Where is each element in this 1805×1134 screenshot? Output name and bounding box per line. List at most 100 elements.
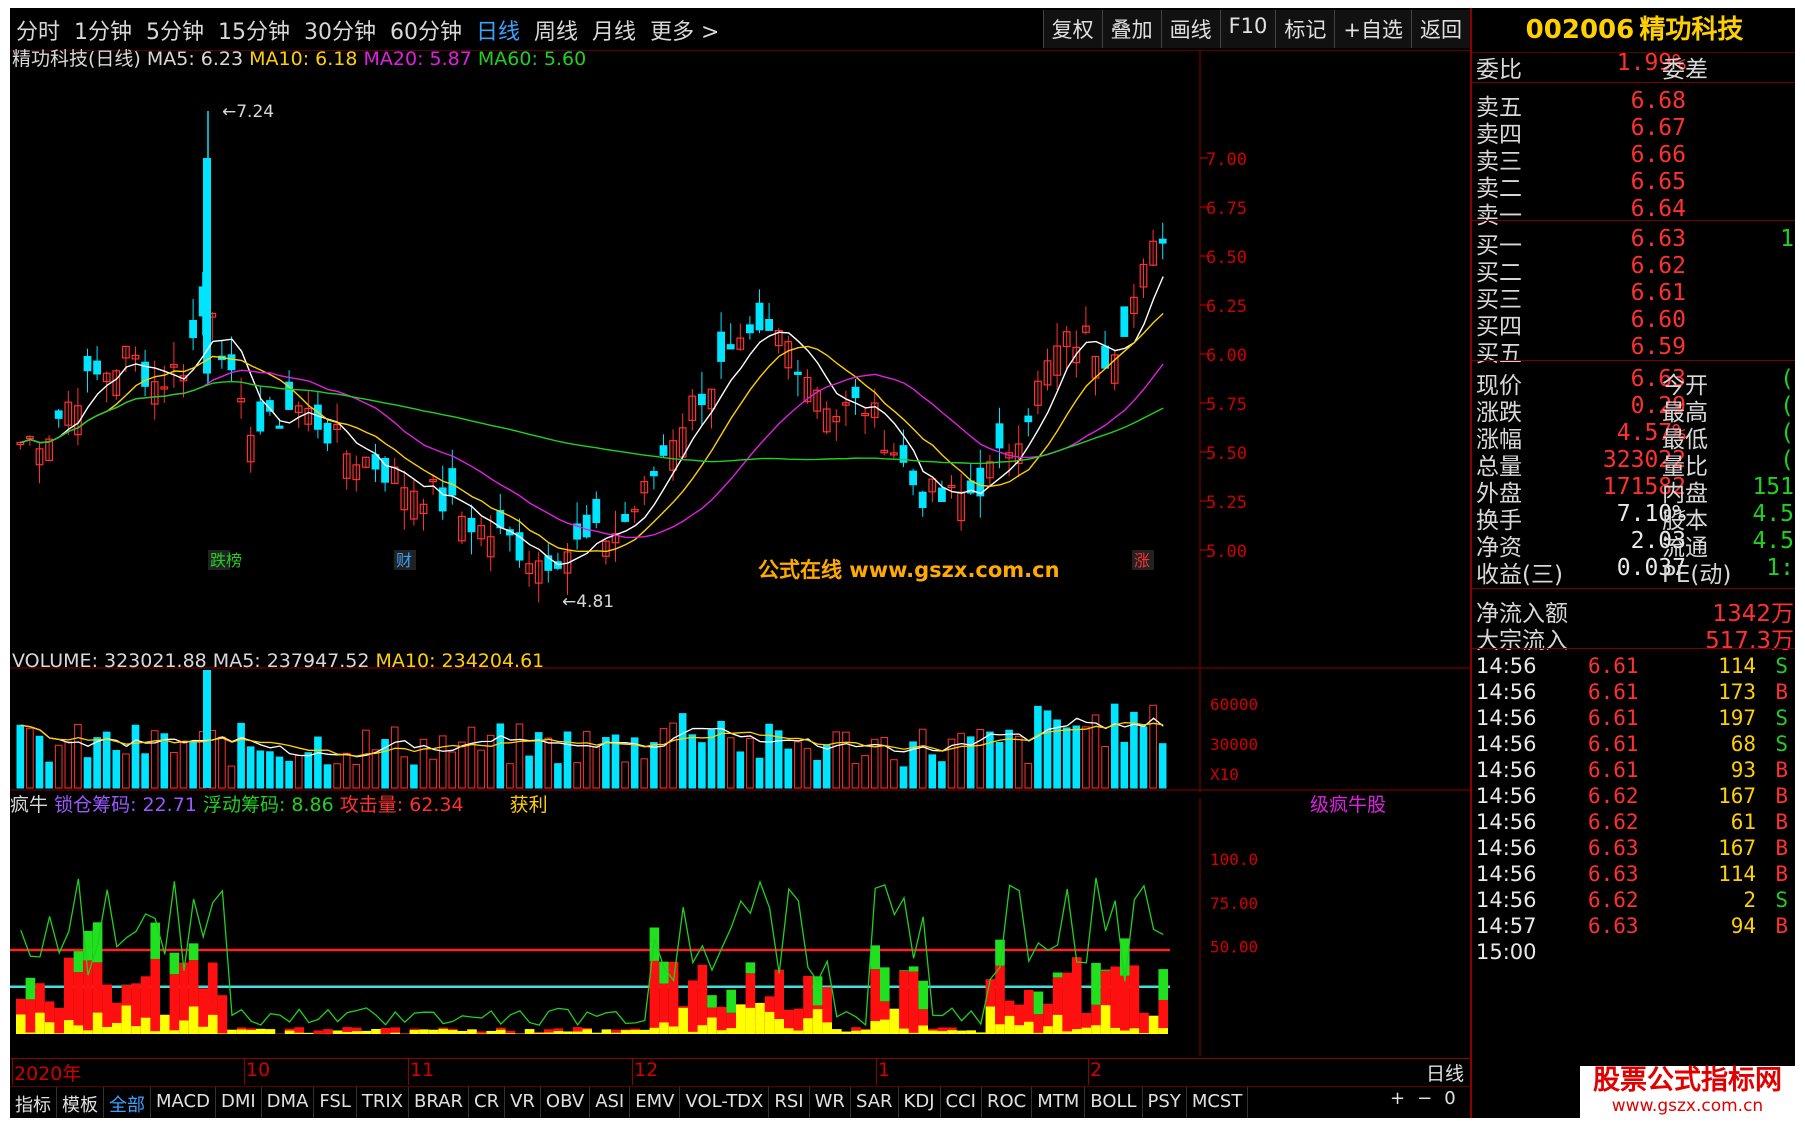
indicator-tab-3[interactable]: MACD xyxy=(151,1087,216,1118)
quote-separator xyxy=(1472,220,1795,221)
indicator-tab-16[interactable]: WR xyxy=(810,1087,851,1118)
indicator-yellow-bar xyxy=(486,1030,496,1034)
indicator-red-bar xyxy=(1072,957,1082,1034)
candlestick-chart[interactable]: 7.00 6.75 6.50 6.25 6.00 5.75 5.50 5.25 5.00 ←7.2… xyxy=(10,50,1470,670)
indicator-tab-7[interactable]: TRIX xyxy=(357,1087,410,1118)
indicator-tabs: 指标 模板 全部 MACD DMI DMA FSL TRIX BRAR CR VR OBV ASI EMV… xyxy=(10,1086,1470,1118)
indicator-yellow-bar xyxy=(832,1029,842,1034)
zoom-control-1[interactable]: − xyxy=(1417,1088,1432,1109)
date-label-2: 11 xyxy=(410,1059,435,1081)
tick-time: 14:56 xyxy=(1476,654,1537,678)
indicator-chart[interactable]: 100.0 75.00 50.00 xyxy=(10,798,1470,1056)
indicator-yellow-bar xyxy=(227,1029,237,1034)
order-ratio-label: 委比 xyxy=(1476,57,1522,83)
indicator-tab-23[interactable]: PSY xyxy=(1143,1087,1187,1118)
indicator-yellow-bar xyxy=(198,1026,208,1034)
indicator-tab-5[interactable]: DMA xyxy=(262,1087,315,1118)
indicator-tab-12[interactable]: ASI xyxy=(590,1087,631,1118)
indicator-yellow-bar xyxy=(726,1028,736,1034)
indicator-tab-17[interactable]: SAR xyxy=(851,1087,899,1118)
indicator-tab-14[interactable]: VOL-TDX xyxy=(680,1087,770,1118)
order-ratio-label2: 委差 xyxy=(1662,57,1708,83)
period-tab-1[interactable]: 1分钟 xyxy=(74,14,132,46)
volume-bar xyxy=(650,742,658,789)
tick-volume: 197 xyxy=(1718,706,1756,730)
ma60-line xyxy=(20,380,1164,465)
tick-volume: 173 xyxy=(1718,680,1756,704)
indicator-tab-10[interactable]: VR xyxy=(505,1087,541,1118)
indicator-tab-9[interactable]: CR xyxy=(469,1087,506,1118)
volume-bar xyxy=(160,733,169,789)
candle-body xyxy=(189,319,198,339)
indicator-tab-15[interactable]: RSI xyxy=(769,1087,810,1118)
indicator-tab-21[interactable]: MTM xyxy=(1032,1087,1086,1118)
volume-bar xyxy=(294,755,303,789)
indicator-tab-19[interactable]: CCI xyxy=(941,1087,982,1118)
tick-time: 14:56 xyxy=(1476,836,1537,860)
indicator-red-bar xyxy=(1033,1014,1044,1034)
period-tab-9[interactable]: 更多 > xyxy=(650,14,719,46)
bid-row-0-value2: 1 xyxy=(1780,226,1794,252)
volume-chart[interactable]: 60000 30000 X10 xyxy=(10,668,1470,792)
period-tab-8[interactable]: 月线 xyxy=(592,14,636,46)
tool-button-6[interactable]: 返回 xyxy=(1411,10,1470,48)
indicator-tab-24[interactable]: MCST xyxy=(1187,1087,1249,1118)
candle-body xyxy=(275,425,284,429)
indicator-tab-2[interactable]: 全部 xyxy=(104,1087,151,1118)
indicator-yellow-bar xyxy=(131,1026,141,1034)
period-tab-5[interactable]: 60分钟 xyxy=(390,14,462,46)
volume-bar xyxy=(496,723,505,789)
period-tab-2[interactable]: 5分钟 xyxy=(146,14,204,46)
indicator-red-bar xyxy=(25,999,36,1034)
tool-button-3[interactable]: F10 xyxy=(1219,10,1276,48)
volume-bar xyxy=(784,748,793,789)
indicator-green-bar xyxy=(726,989,736,1013)
ask-row-4: 卖一 6.64 xyxy=(1476,196,1795,229)
watermark-title: 股票公式指标网 xyxy=(1593,1065,1782,1096)
indicator-yellow-bar xyxy=(342,1032,352,1034)
volume-bar xyxy=(400,756,409,789)
ma10-line xyxy=(20,313,1164,553)
period-tab-0[interactable]: 分时 xyxy=(16,14,60,46)
indicator-tab-20[interactable]: ROC xyxy=(982,1087,1033,1118)
tool-button-5[interactable]: +自选 xyxy=(1334,10,1411,48)
period-tab-6[interactable]: 日线 xyxy=(476,14,520,46)
indicator-tab-1[interactable]: 模板 xyxy=(57,1087,104,1118)
volume-bar xyxy=(352,763,361,789)
period-tab-3[interactable]: 15分钟 xyxy=(218,14,290,46)
indicator-tab-18[interactable]: KDJ xyxy=(899,1087,941,1118)
tick-volume: 61 xyxy=(1730,810,1756,834)
period-tab-4[interactable]: 30分钟 xyxy=(304,14,376,46)
volume-bar xyxy=(256,750,265,789)
tool-button-4[interactable]: 标记 xyxy=(1275,10,1335,48)
indicator-yellow-bar xyxy=(947,1030,957,1034)
period-tab-7[interactable]: 周线 xyxy=(534,14,578,46)
volume-bar xyxy=(26,727,34,789)
indicator-tab-4[interactable]: DMI xyxy=(216,1087,262,1118)
indicator-tab-0[interactable]: 指标 xyxy=(10,1087,57,1118)
indicator-tab-22[interactable]: BOLL xyxy=(1085,1087,1143,1118)
volume-bar xyxy=(486,734,495,789)
tool-button-0[interactable]: 复权 xyxy=(1042,10,1102,48)
ma5-line xyxy=(20,276,1164,566)
price-tick-label: 5.75 xyxy=(1206,395,1247,415)
indicator-tab-11[interactable]: OBV xyxy=(541,1087,591,1118)
candle-body xyxy=(83,355,92,372)
indicator-tab-8[interactable]: BRAR xyxy=(409,1087,469,1118)
indicator-yellow-bar xyxy=(803,1018,813,1034)
tool-button-1[interactable]: 叠加 xyxy=(1101,10,1161,48)
volume-bar xyxy=(467,726,476,789)
volume-bar xyxy=(554,763,562,789)
volume-bar xyxy=(1082,726,1090,789)
volume-bar xyxy=(544,737,553,789)
indicator-yellow-bar xyxy=(1052,1014,1063,1034)
zoom-control-2[interactable]: 0 xyxy=(1444,1088,1455,1109)
indicator-tab-6[interactable]: FSL xyxy=(314,1087,357,1118)
indicator-yellow-bar xyxy=(860,1029,871,1034)
zoom-control-0[interactable]: + xyxy=(1390,1088,1405,1109)
date-label-4: 1 xyxy=(878,1059,891,1081)
tool-button-2[interactable]: 画线 xyxy=(1160,10,1220,48)
indicator-yellow-bar xyxy=(1014,1025,1024,1034)
indicator-tab-13[interactable]: EMV xyxy=(630,1087,681,1118)
volume-bar xyxy=(803,748,812,789)
